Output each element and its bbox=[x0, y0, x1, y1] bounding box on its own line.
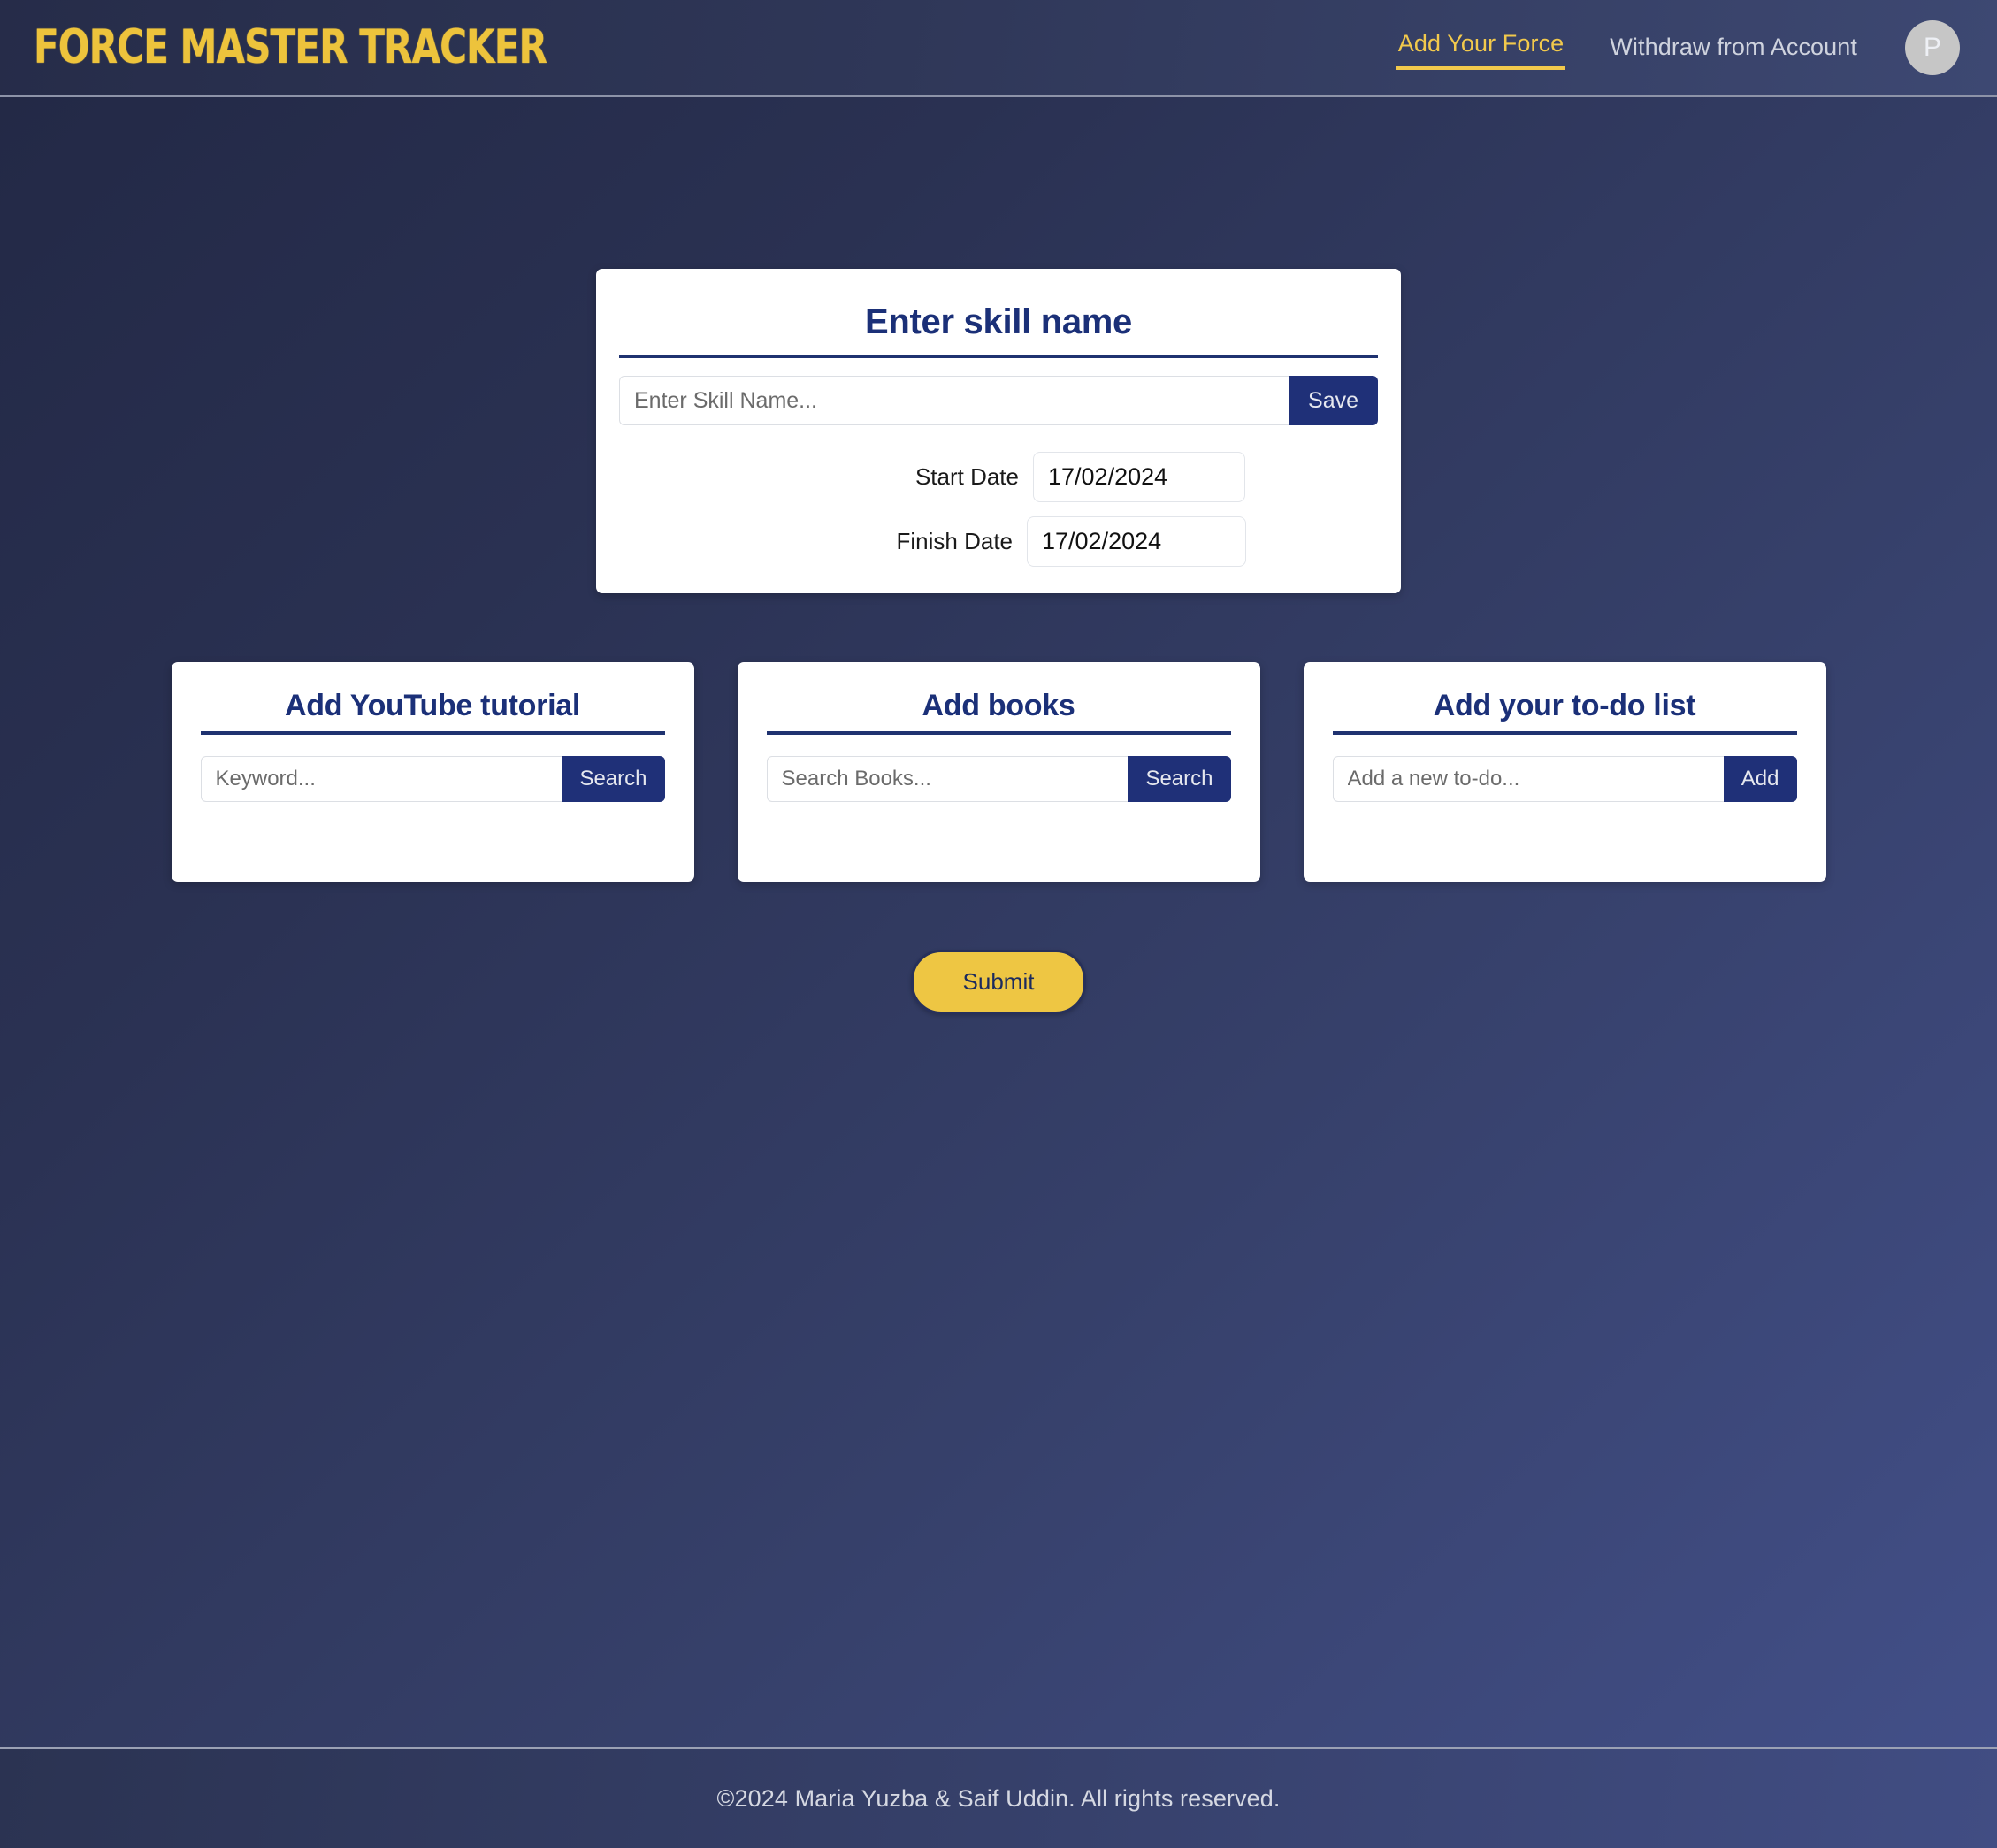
nav-links-group: Add Your Force Withdraw from Account P bbox=[1396, 19, 1967, 75]
skill-card: Enter skill name Save Start Date Finish … bbox=[596, 269, 1401, 593]
avatar[interactable]: P bbox=[1905, 19, 1960, 75]
youtube-search-button[interactable]: Search bbox=[562, 756, 665, 802]
youtube-keyword-input[interactable] bbox=[200, 756, 562, 802]
resource-cards-row: Add YouTube tutorial Search Add books Se… bbox=[0, 662, 1997, 882]
todo-card: Add your to-do list Add bbox=[1303, 662, 1826, 882]
books-search-input[interactable] bbox=[766, 756, 1129, 802]
top-navbar: Force Master Tracker Add Your Force With… bbox=[0, 0, 1997, 97]
page-footer: ©2024 Maria Yuzba & Saif Uddin. All righ… bbox=[0, 1747, 1997, 1848]
todo-input[interactable] bbox=[1332, 756, 1724, 802]
books-card-title: Add books bbox=[766, 689, 1231, 735]
youtube-card-title: Add YouTube tutorial bbox=[200, 689, 665, 735]
copyright-text: ©2024 Maria Yuzba & Saif Uddin. All righ… bbox=[716, 1784, 1281, 1812]
skill-card-title: Enter skill name bbox=[619, 302, 1378, 358]
books-input-group: Search bbox=[766, 756, 1231, 802]
finish-date-input[interactable] bbox=[1027, 516, 1246, 567]
finish-date-row: Finish Date bbox=[619, 516, 1378, 567]
books-search-button[interactable]: Search bbox=[1128, 756, 1231, 802]
nav-link-withdraw-from-account[interactable]: Withdraw from Account bbox=[1608, 28, 1859, 66]
todo-add-button[interactable]: Add bbox=[1723, 756, 1797, 802]
start-date-row: Start Date bbox=[619, 452, 1378, 502]
books-card: Add books Search bbox=[737, 662, 1260, 882]
todo-input-group: Add bbox=[1332, 756, 1797, 802]
finish-date-label: Finish Date bbox=[896, 528, 1014, 554]
submit-button[interactable]: Submit bbox=[910, 950, 1087, 1014]
start-date-input[interactable] bbox=[1033, 452, 1245, 502]
submit-row: Submit bbox=[0, 950, 1997, 1014]
youtube-tutorial-card: Add YouTube tutorial Search bbox=[171, 662, 694, 882]
start-date-label: Start Date bbox=[914, 463, 1019, 490]
nav-link-add-your-force[interactable]: Add Your Force bbox=[1396, 25, 1566, 70]
save-button[interactable]: Save bbox=[1289, 376, 1378, 425]
todo-card-title: Add your to-do list bbox=[1332, 689, 1797, 735]
app-logo[interactable]: Force Master Tracker bbox=[34, 20, 547, 74]
youtube-input-group: Search bbox=[200, 756, 665, 802]
main-content: Enter skill name Save Start Date Finish … bbox=[0, 97, 1997, 1014]
skill-input-group: Save bbox=[619, 376, 1378, 425]
skill-name-input[interactable] bbox=[619, 376, 1289, 425]
